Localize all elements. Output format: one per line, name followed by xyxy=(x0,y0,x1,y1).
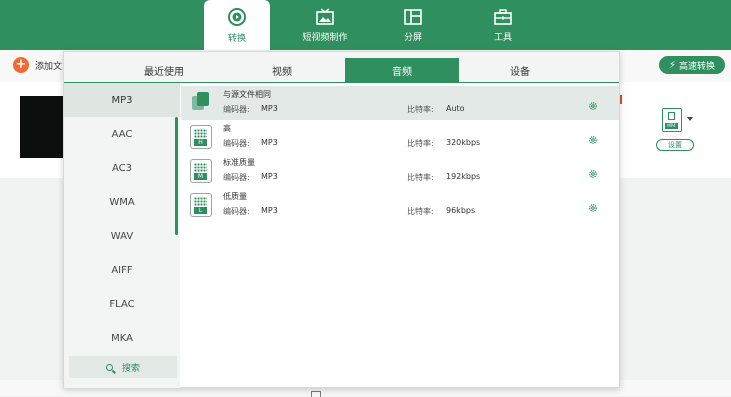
nav-tab-label: 分屏 xyxy=(403,32,422,43)
preset-row-standard[interactable]: M 标准质量 编码器: MP3 比特率: 192kbps xyxy=(181,154,619,188)
output-format-icon[interactable]: MP4 xyxy=(662,108,682,132)
quality-low-icon: L xyxy=(190,193,212,217)
quality-badge: H xyxy=(194,139,207,146)
quality-badge: L xyxy=(194,207,207,214)
convert-icon xyxy=(228,7,246,26)
lightning-icon: ⚡ xyxy=(668,59,676,71)
format-item-wav[interactable]: WAV xyxy=(64,219,180,253)
format-list: MP3 AAC AC3 WMA WAV AIFF FLAC MKA 搜索 xyxy=(64,83,180,388)
high-speed-convert-button[interactable]: ⚡ 高速转换 xyxy=(659,56,725,74)
gear-icon[interactable] xyxy=(588,135,598,145)
quality-medium-icon: M xyxy=(190,159,212,183)
search-button[interactable]: 搜索 xyxy=(69,356,177,378)
preset-name: 标准质量 xyxy=(223,158,255,167)
format-list-scrollbar[interactable] xyxy=(175,117,178,235)
tab-recent[interactable]: 最近使用 xyxy=(116,58,212,83)
split-screen-icon xyxy=(404,8,422,25)
bitrate-label: 比特率: xyxy=(407,105,434,114)
settings-button[interactable]: 设置 xyxy=(656,139,694,151)
encoder-label: 编码器: xyxy=(223,105,250,114)
bitrate-label: 比特率: xyxy=(407,139,434,148)
high-speed-convert-label: 高速转换 xyxy=(679,61,716,72)
top-nav-bar: 转换 短视频制作 分屏 工具 xyxy=(0,0,731,50)
format-badge: MP4 xyxy=(665,123,678,129)
gear-icon[interactable] xyxy=(588,203,598,213)
format-item-aiff[interactable]: AIFF xyxy=(64,253,180,287)
search-label: 搜索 xyxy=(121,363,140,374)
encoder-label: 编码器: xyxy=(223,173,250,182)
gear-icon[interactable] xyxy=(588,101,598,111)
search-icon xyxy=(105,363,113,371)
preset-name: 高 xyxy=(223,124,231,133)
preset-row-same-as-source[interactable]: 与源文件相同 编码器: MP3 比特率: Auto xyxy=(181,86,619,120)
nav-tab-label: 工具 xyxy=(493,32,512,43)
tab-audio[interactable]: 音频 xyxy=(345,58,459,83)
encoder-value: MP3 xyxy=(261,172,278,181)
toolbox-icon xyxy=(494,8,512,25)
tab-video[interactable]: 视频 xyxy=(234,58,330,83)
nav-tab-label: 短视频制作 xyxy=(302,32,348,43)
encoder-value: MP3 xyxy=(261,138,278,147)
tv-icon xyxy=(316,7,334,25)
gear-icon[interactable] xyxy=(588,169,598,179)
bitrate-value: 96kbps xyxy=(446,206,476,215)
format-dropdown-panel: 最近使用 视频 音频 设备 MP3 AAC AC3 WMA WAV AIFF F… xyxy=(63,51,620,388)
format-item-mp3[interactable]: MP3 xyxy=(64,83,180,117)
quality-high-icon: H xyxy=(190,125,212,149)
plus-icon: + xyxy=(13,57,29,73)
encoder-label: 编码器: xyxy=(223,139,250,148)
preset-row-high[interactable]: H 高 编码器: MP3 比特率: 320kbps xyxy=(181,120,619,154)
preset-row-low[interactable]: L 低质量 编码器: MP3 比特率: 96kbps xyxy=(181,188,619,222)
preset-name: 低质量 xyxy=(223,192,247,201)
folder-icon[interactable] xyxy=(311,391,321,397)
add-file-button[interactable]: + 添加文 xyxy=(13,57,62,73)
bitrate-value: 320kbps xyxy=(446,138,481,147)
bitrate-value: Auto xyxy=(446,104,465,113)
add-file-label: 添加文 xyxy=(35,61,63,72)
bitrate-label: 比特率: xyxy=(407,207,434,216)
encoder-label: 编码器: xyxy=(223,207,250,216)
nav-tab-split-screen[interactable]: 分屏 xyxy=(390,0,436,50)
bitrate-label: 比特率: xyxy=(407,173,434,182)
tab-device[interactable]: 设备 xyxy=(472,58,568,83)
format-item-ac3[interactable]: AC3 xyxy=(64,151,180,185)
nav-tab-tools[interactable]: 工具 xyxy=(480,0,526,50)
format-category-tabs: 最近使用 视频 音频 设备 xyxy=(64,52,619,83)
preset-list: 与源文件相同 编码器: MP3 比特率: Auto H 高 编码器: MP3 比… xyxy=(181,83,619,388)
encoder-value: MP3 xyxy=(261,206,278,215)
chevron-down-icon[interactable] xyxy=(687,117,693,121)
preset-name: 与源文件相同 xyxy=(223,90,271,99)
nav-tab-convert[interactable]: 转换 xyxy=(204,0,270,50)
format-item-aac[interactable]: AAC xyxy=(64,117,180,151)
format-item-flac[interactable]: FLAC xyxy=(64,287,180,321)
copy-icon xyxy=(190,91,212,115)
format-item-wma[interactable]: WMA xyxy=(64,185,180,219)
nav-tab-label: 转换 xyxy=(227,33,246,44)
format-item-mka[interactable]: MKA xyxy=(64,321,180,355)
encoder-value: MP3 xyxy=(261,104,278,113)
bitrate-value: 192kbps xyxy=(446,172,481,181)
quality-badge: M xyxy=(194,173,207,180)
nav-tab-short-video[interactable]: 短视频制作 xyxy=(296,0,354,50)
